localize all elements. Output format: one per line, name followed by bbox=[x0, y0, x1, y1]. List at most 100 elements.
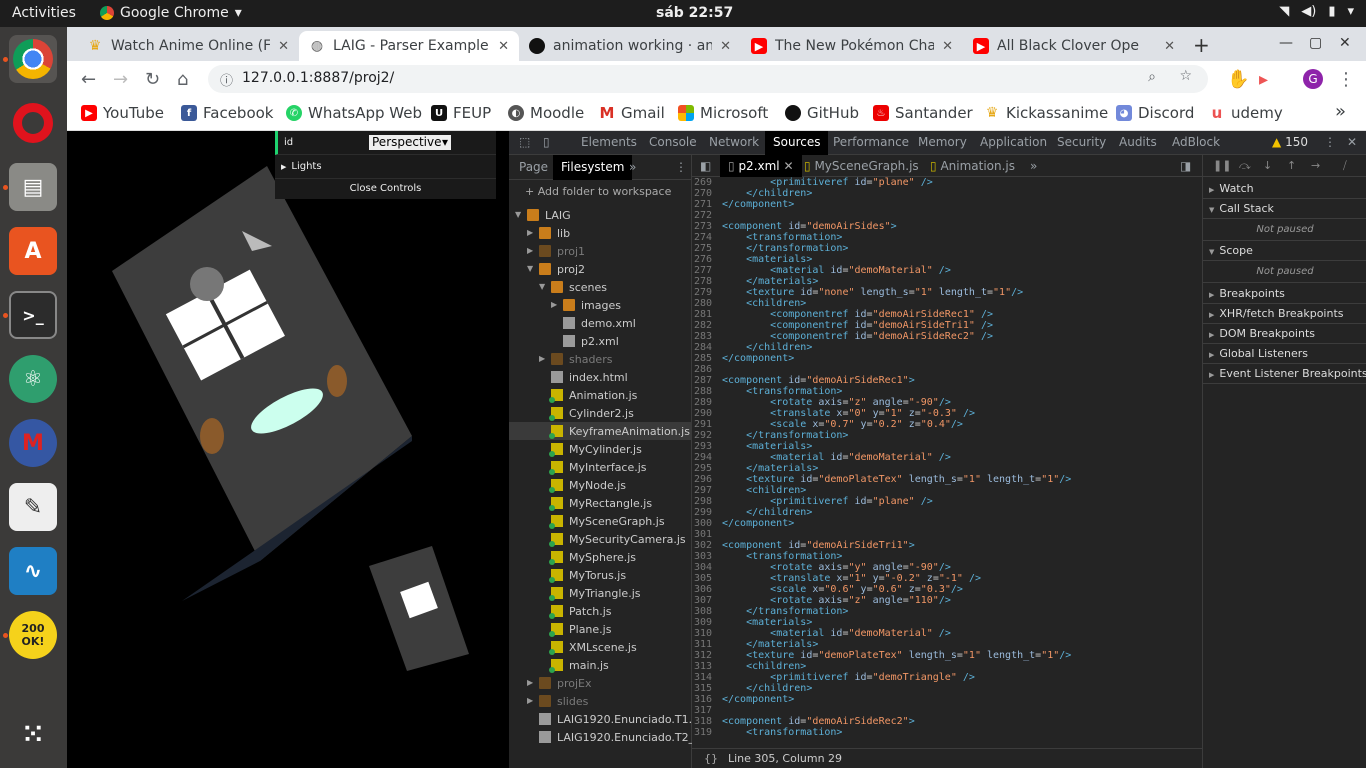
bookmark-udemy[interactable]: u udemy bbox=[1209, 104, 1283, 122]
tree-folder[interactable]: ▶ shaders bbox=[509, 350, 692, 368]
tree-file[interactable]: MySceneGraph.js bbox=[509, 512, 692, 530]
tab-application[interactable]: Application bbox=[980, 135, 1047, 149]
close-icon[interactable]: ✕ bbox=[783, 159, 793, 173]
minimize-button[interactable]: — bbox=[1279, 35, 1293, 51]
close-icon[interactable]: ✕ bbox=[498, 39, 509, 54]
tree-file[interactable]: LAIG1920.Enunciado.T2_V1.p bbox=[509, 728, 719, 746]
tree-file[interactable]: index.html bbox=[509, 368, 692, 386]
zoom-icon[interactable]: ⌕ bbox=[1148, 69, 1156, 85]
step-out-icon[interactable]: ↑ bbox=[1287, 159, 1296, 172]
tab-black-clover[interactable]: ▶ All Black Clover Ope ✕ bbox=[963, 31, 1185, 61]
step-icon[interactable]: → bbox=[1311, 159, 1320, 172]
bookmark-whatsapp[interactable]: ✆ WhatsApp Web bbox=[286, 104, 422, 122]
system-tray[interactable]: ◥ ◀) ▮ ▾ bbox=[1279, 4, 1354, 19]
step-into-icon[interactable]: ↓ bbox=[1263, 159, 1272, 172]
tab-anime[interactable]: ♛ Watch Anime Online (F ✕ bbox=[77, 31, 299, 61]
bookmark-microsoft[interactable]: Microsoft bbox=[678, 104, 768, 122]
editor-tab-myscenegraph[interactable]: ▯ MySceneGraph.js bbox=[804, 159, 919, 173]
tree-file[interactable]: demo.xml bbox=[509, 314, 692, 332]
tree-file[interactable]: LAIG1920.Enunciado.T1.pdf bbox=[509, 710, 710, 728]
close-icon[interactable]: ✕ bbox=[278, 39, 289, 54]
tab-elements[interactable]: Elements bbox=[581, 135, 637, 149]
tree-file[interactable]: Animation.js bbox=[509, 386, 692, 404]
dom-breakpoints-section[interactable]: ▶ DOM Breakpoints bbox=[1203, 324, 1366, 344]
caret-down-icon[interactable]: ▼ bbox=[527, 264, 533, 273]
close-icon[interactable]: ✕ bbox=[720, 39, 731, 54]
tree-file[interactable]: MySphere.js bbox=[509, 548, 692, 566]
files-launcher-icon[interactable]: ▤ bbox=[9, 163, 57, 211]
opera-launcher-icon[interactable] bbox=[9, 99, 57, 147]
bookmark-santander[interactable]: ♨ Santander bbox=[873, 104, 973, 122]
navigator-menu-icon[interactable]: ⋮ bbox=[675, 160, 687, 174]
reload-button[interactable]: ↻ bbox=[145, 69, 160, 90]
close-window-button[interactable]: ✕ bbox=[1339, 35, 1351, 51]
tab-memory[interactable]: Memory bbox=[918, 135, 967, 149]
pretty-print-icon[interactable]: {} bbox=[704, 752, 718, 765]
webgl-canvas[interactable]: id Perspective ▾ ▶ Lights Close Controls bbox=[67, 131, 509, 768]
atom-launcher-icon[interactable]: ⚛ bbox=[9, 355, 57, 403]
tree-folder[interactable]: ▶ lib bbox=[509, 224, 692, 242]
forward-button[interactable]: → bbox=[113, 69, 128, 90]
tab-sources[interactable]: Sources bbox=[765, 131, 829, 155]
bookmark-gmail[interactable]: M Gmail bbox=[599, 104, 665, 122]
tree-file[interactable]: Plane.js bbox=[509, 620, 692, 638]
toggle-navigator-icon[interactable]: ◧ bbox=[700, 159, 711, 173]
tree-file[interactable]: Patch.js bbox=[509, 602, 692, 620]
more-editor-tabs-icon[interactable]: » bbox=[1030, 159, 1037, 173]
menu-icon[interactable]: ⋮ bbox=[1337, 69, 1355, 90]
caret-right-icon[interactable]: ▶ bbox=[539, 354, 545, 363]
bookmark-kickassanime[interactable]: ♛ Kickassanime bbox=[984, 104, 1108, 122]
caret-down-icon[interactable]: ▼ bbox=[539, 282, 545, 291]
bookmark-discord[interactable]: ◕ Discord bbox=[1116, 104, 1194, 122]
address-bar[interactable]: ⓘ 127.0.0.1:8887/proj2/ ⌕ ☆ bbox=[208, 65, 1208, 93]
toggle-debugger-icon[interactable]: ◨ bbox=[1180, 159, 1191, 173]
lights-folder[interactable]: ▶ Lights bbox=[275, 155, 496, 179]
tree-file[interactable]: MyNode.js bbox=[509, 476, 692, 494]
bookmark-youtube[interactable]: ▶ YouTube bbox=[81, 104, 164, 122]
close-devtools-icon[interactable]: ✕ bbox=[1347, 135, 1357, 149]
back-button[interactable]: ← bbox=[81, 69, 96, 90]
caret-right-icon[interactable]: ▶ bbox=[527, 678, 533, 687]
caret-right-icon[interactable]: ▶ bbox=[551, 300, 557, 309]
tab-console[interactable]: Console bbox=[649, 135, 697, 149]
tree-folder[interactable]: ▼ proj2 bbox=[509, 260, 692, 278]
mars-launcher-icon[interactable]: M bbox=[9, 419, 57, 467]
tree-file[interactable]: MyTriangle.js bbox=[509, 584, 692, 602]
terminal-launcher-icon[interactable]: >_ bbox=[9, 291, 57, 339]
tree-folder[interactable]: ▼ scenes bbox=[509, 278, 692, 296]
tab-performance[interactable]: Performance bbox=[833, 135, 909, 149]
camera-select[interactable]: Perspective ▾ bbox=[369, 135, 451, 150]
tab-audits[interactable]: Audits bbox=[1119, 135, 1157, 149]
editor-tab-animation[interactable]: ▯ Animation.js bbox=[930, 159, 1015, 173]
device-icon[interactable]: ▯ bbox=[543, 135, 550, 149]
code-area[interactable]: 269 <primitiveref id="plane" /> 270 </chi… bbox=[692, 177, 1202, 748]
app-menu[interactable]: Google Chrome ▾ bbox=[100, 5, 242, 21]
caret-right-icon[interactable]: ▶ bbox=[527, 696, 533, 705]
tree-file[interactable]: Cylinder2.js bbox=[509, 404, 692, 422]
close-icon[interactable]: ✕ bbox=[1164, 39, 1175, 54]
tree-folder[interactable]: ▼ LAIG bbox=[509, 206, 692, 224]
event-listener-breakpoints-section[interactable]: ▶ Event Listener Breakpoints bbox=[1203, 364, 1366, 384]
deactivate-breakpoints-icon[interactable]: ⧸ bbox=[1343, 159, 1347, 173]
tree-file[interactable]: MyTorus.js bbox=[509, 566, 692, 584]
extension-icon[interactable]: ▸ bbox=[1259, 69, 1268, 90]
bookmark-github[interactable]: GitHub bbox=[785, 104, 859, 122]
tree-folder[interactable]: ▶ slides bbox=[509, 692, 692, 710]
adblock-icon[interactable]: ✋ bbox=[1227, 69, 1249, 90]
caret-right-icon[interactable]: ▶ bbox=[527, 228, 533, 237]
watch-section[interactable]: ▶ Watch bbox=[1203, 179, 1366, 199]
tree-file[interactable]: MySecurityCamera.js bbox=[509, 530, 692, 548]
bookmark-feup[interactable]: U FEUP bbox=[431, 104, 491, 122]
software-center-launcher-icon[interactable]: A bbox=[9, 227, 57, 275]
inspect-icon[interactable]: ⬚ bbox=[519, 135, 530, 149]
step-over-icon[interactable]: ⤼ bbox=[1239, 159, 1251, 173]
scope-section[interactable]: ▼ Scope bbox=[1203, 241, 1366, 261]
maximize-button[interactable]: ▢ bbox=[1309, 35, 1322, 51]
breakpoints-section[interactable]: ▶ Breakpoints bbox=[1203, 284, 1366, 304]
more-bookmarks-icon[interactable]: » bbox=[1335, 101, 1346, 122]
tree-file[interactable]: MyInterface.js bbox=[509, 458, 692, 476]
close-controls-button[interactable]: Close Controls bbox=[275, 179, 496, 199]
xhr-breakpoints-section[interactable]: ▶ XHR/fetch Breakpoints bbox=[1203, 304, 1366, 324]
show-apps-icon[interactable]: ⁙ bbox=[9, 711, 57, 759]
call-stack-section[interactable]: ▼ Call Stack bbox=[1203, 199, 1366, 219]
